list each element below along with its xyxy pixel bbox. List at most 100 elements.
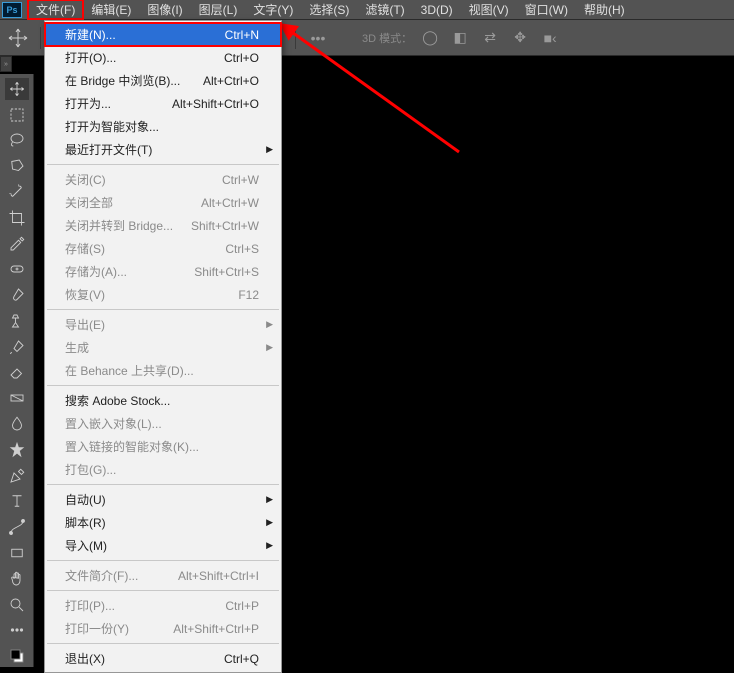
menu-item-label: 置入链接的智能对象(K)... bbox=[65, 438, 259, 455]
menu-item-shortcut: Ctrl+S bbox=[225, 242, 259, 256]
file-menu-item-24[interactable]: 脚本(R) ▶ bbox=[45, 511, 281, 534]
gradient-tool[interactable] bbox=[5, 387, 29, 409]
menu-item-label: 导出(E) bbox=[65, 316, 259, 333]
menu-4[interactable]: 文字(Y) bbox=[245, 0, 301, 19]
menu-item-label: 在 Bridge 中浏览(B)... bbox=[65, 72, 203, 89]
fg-bg-tool[interactable] bbox=[5, 645, 29, 667]
move-tool[interactable] bbox=[5, 78, 29, 100]
menu-item-shortcut: Ctrl+O bbox=[224, 51, 259, 65]
menu-3[interactable]: 图层(L) bbox=[191, 0, 246, 19]
menu-item-label: 生成 bbox=[65, 339, 259, 356]
menu-5[interactable]: 选择(S) bbox=[301, 0, 357, 19]
file-menu-item-4[interactable]: 打开为智能对象... bbox=[45, 115, 281, 138]
file-menu-item-10: 存储(S)Ctrl+S bbox=[45, 237, 281, 260]
3d-camera-icon[interactable]: ■‹ bbox=[538, 26, 562, 50]
menu-item-label: 关闭并转到 Bridge... bbox=[65, 217, 191, 234]
menu-separator bbox=[47, 385, 279, 386]
hand-tool[interactable] bbox=[5, 568, 29, 590]
dodge-tool[interactable] bbox=[5, 439, 29, 461]
crop-tool[interactable] bbox=[5, 207, 29, 229]
menu-item-label: 新建(N)... bbox=[65, 26, 225, 43]
menu-item-label: 打开为... bbox=[65, 95, 172, 112]
file-menu-item-5[interactable]: 最近打开文件(T) ▶ bbox=[45, 138, 281, 161]
menu-item-label: 最近打开文件(T) bbox=[65, 141, 259, 158]
menu-item-label: 关闭(C) bbox=[65, 171, 222, 188]
menu-item-label: 文件简介(F)... bbox=[65, 567, 178, 584]
menu-separator bbox=[47, 309, 279, 310]
blur-tool[interactable] bbox=[5, 413, 29, 435]
pen-tool[interactable] bbox=[5, 465, 29, 487]
menu-separator bbox=[47, 484, 279, 485]
zoom-tool[interactable] bbox=[5, 594, 29, 616]
menu-item-shortcut: Alt+Shift+Ctrl+P bbox=[173, 622, 259, 636]
menu-7[interactable]: 3D(D) bbox=[413, 0, 461, 19]
file-menu-item-14: 导出(E) ▶ bbox=[45, 313, 281, 336]
submenu-arrow-icon: ▶ bbox=[266, 540, 273, 551]
menu-item-shortcut: F12 bbox=[238, 288, 259, 302]
rectangle-tool[interactable] bbox=[5, 542, 29, 564]
menu-item-shortcut: Ctrl+W bbox=[222, 173, 259, 187]
3d-pan-icon[interactable]: ◧ bbox=[448, 26, 472, 50]
history-brush-tool[interactable] bbox=[5, 336, 29, 358]
brush-tool[interactable] bbox=[5, 284, 29, 306]
menubar: Ps 文件(F)编辑(E)图像(I)图层(L)文字(Y)选择(S)滤镜(T)3D… bbox=[0, 0, 734, 20]
file-menu-item-19: 置入嵌入对象(L)... bbox=[45, 412, 281, 435]
lasso-tool[interactable] bbox=[5, 130, 29, 152]
menu-item-shortcut: Ctrl+P bbox=[225, 599, 259, 613]
file-menu-item-1[interactable]: 打开(O)...Ctrl+O bbox=[45, 46, 281, 69]
file-menu-item-0[interactable]: 新建(N)...Ctrl+N bbox=[45, 23, 281, 46]
file-menu-item-23[interactable]: 自动(U)▶ bbox=[45, 488, 281, 511]
menu-separator bbox=[47, 643, 279, 644]
file-menu-item-3[interactable]: 打开为...Alt+Shift+Ctrl+O bbox=[45, 92, 281, 115]
separator bbox=[40, 27, 41, 49]
menu-item-label: 打印(P)... bbox=[65, 597, 225, 614]
menu-item-label: 置入嵌入对象(L)... bbox=[65, 415, 259, 432]
3d-scale-icon[interactable]: ✥ bbox=[508, 26, 532, 50]
3d-slide-icon[interactable]: ⇄ bbox=[478, 26, 502, 50]
healing-tool[interactable] bbox=[5, 258, 29, 280]
file-menu-item-2[interactable]: 在 Bridge 中浏览(B)...Alt+Ctrl+O bbox=[45, 69, 281, 92]
menu-item-label: 退出(X) bbox=[65, 650, 224, 667]
menu-item-label: 脚本(R) bbox=[65, 514, 259, 531]
menu-0[interactable]: 文件(F) bbox=[28, 0, 83, 19]
collapsed-panel-tab[interactable]: » bbox=[0, 56, 12, 72]
menu-2[interactable]: 图像(I) bbox=[139, 0, 190, 19]
menu-separator bbox=[47, 590, 279, 591]
submenu-arrow-icon: ▶ bbox=[266, 319, 273, 330]
wand-tool[interactable] bbox=[5, 181, 29, 203]
menu-10[interactable]: 帮助(H) bbox=[576, 0, 633, 19]
menu-item-label: 搜索 Adobe Stock... bbox=[65, 392, 259, 409]
clone-tool[interactable] bbox=[5, 310, 29, 332]
menu-separator bbox=[47, 560, 279, 561]
submenu-arrow-icon: ▶ bbox=[266, 517, 273, 528]
eyedropper-tool[interactable] bbox=[5, 233, 29, 255]
menu-9[interactable]: 窗口(W) bbox=[517, 0, 576, 19]
file-menu-item-16: 在 Behance 上共享(D)... bbox=[45, 359, 281, 382]
file-menu-item-12: 恢复(V)F12 bbox=[45, 283, 281, 306]
menu-item-label: 打包(G)... bbox=[65, 461, 259, 478]
menu-item-shortcut: Alt+Shift+Ctrl+O bbox=[172, 97, 259, 111]
menu-item-shortcut: Shift+Ctrl+W bbox=[191, 219, 259, 233]
marquee-tool[interactable] bbox=[5, 104, 29, 126]
type-tool[interactable] bbox=[5, 491, 29, 513]
menu-item-label: 存储为(A)... bbox=[65, 263, 194, 280]
menu-1[interactable]: 编辑(E) bbox=[83, 0, 139, 19]
more-options-icon[interactable]: ••• bbox=[306, 26, 330, 50]
submenu-arrow-icon: ▶ bbox=[266, 494, 273, 505]
file-menu-dropdown: 新建(N)...Ctrl+N打开(O)...Ctrl+O在 Bridge 中浏览… bbox=[44, 20, 282, 673]
menu-6[interactable]: 滤镜(T) bbox=[357, 0, 412, 19]
ellipsis-tool[interactable] bbox=[5, 619, 29, 641]
menu-item-shortcut: Alt+Shift+Ctrl+I bbox=[178, 569, 259, 583]
eraser-tool[interactable] bbox=[5, 362, 29, 384]
file-menu-item-7: 关闭(C)Ctrl+W bbox=[45, 168, 281, 191]
3d-orbit-icon[interactable]: ◯ bbox=[418, 26, 442, 50]
menu-separator bbox=[47, 164, 279, 165]
menu-item-label: 打开(O)... bbox=[65, 49, 224, 66]
file-menu-item-25[interactable]: 导入(M)▶ bbox=[45, 534, 281, 557]
file-menu-item-18[interactable]: 搜索 Adobe Stock... bbox=[45, 389, 281, 412]
menu-8[interactable]: 视图(V) bbox=[461, 0, 517, 19]
submenu-arrow-icon: ▶ bbox=[266, 144, 273, 155]
menu-item-shortcut: Alt+Ctrl+W bbox=[201, 196, 259, 210]
path-tool[interactable] bbox=[5, 516, 29, 538]
polygonal-lasso-tool[interactable] bbox=[5, 155, 29, 177]
